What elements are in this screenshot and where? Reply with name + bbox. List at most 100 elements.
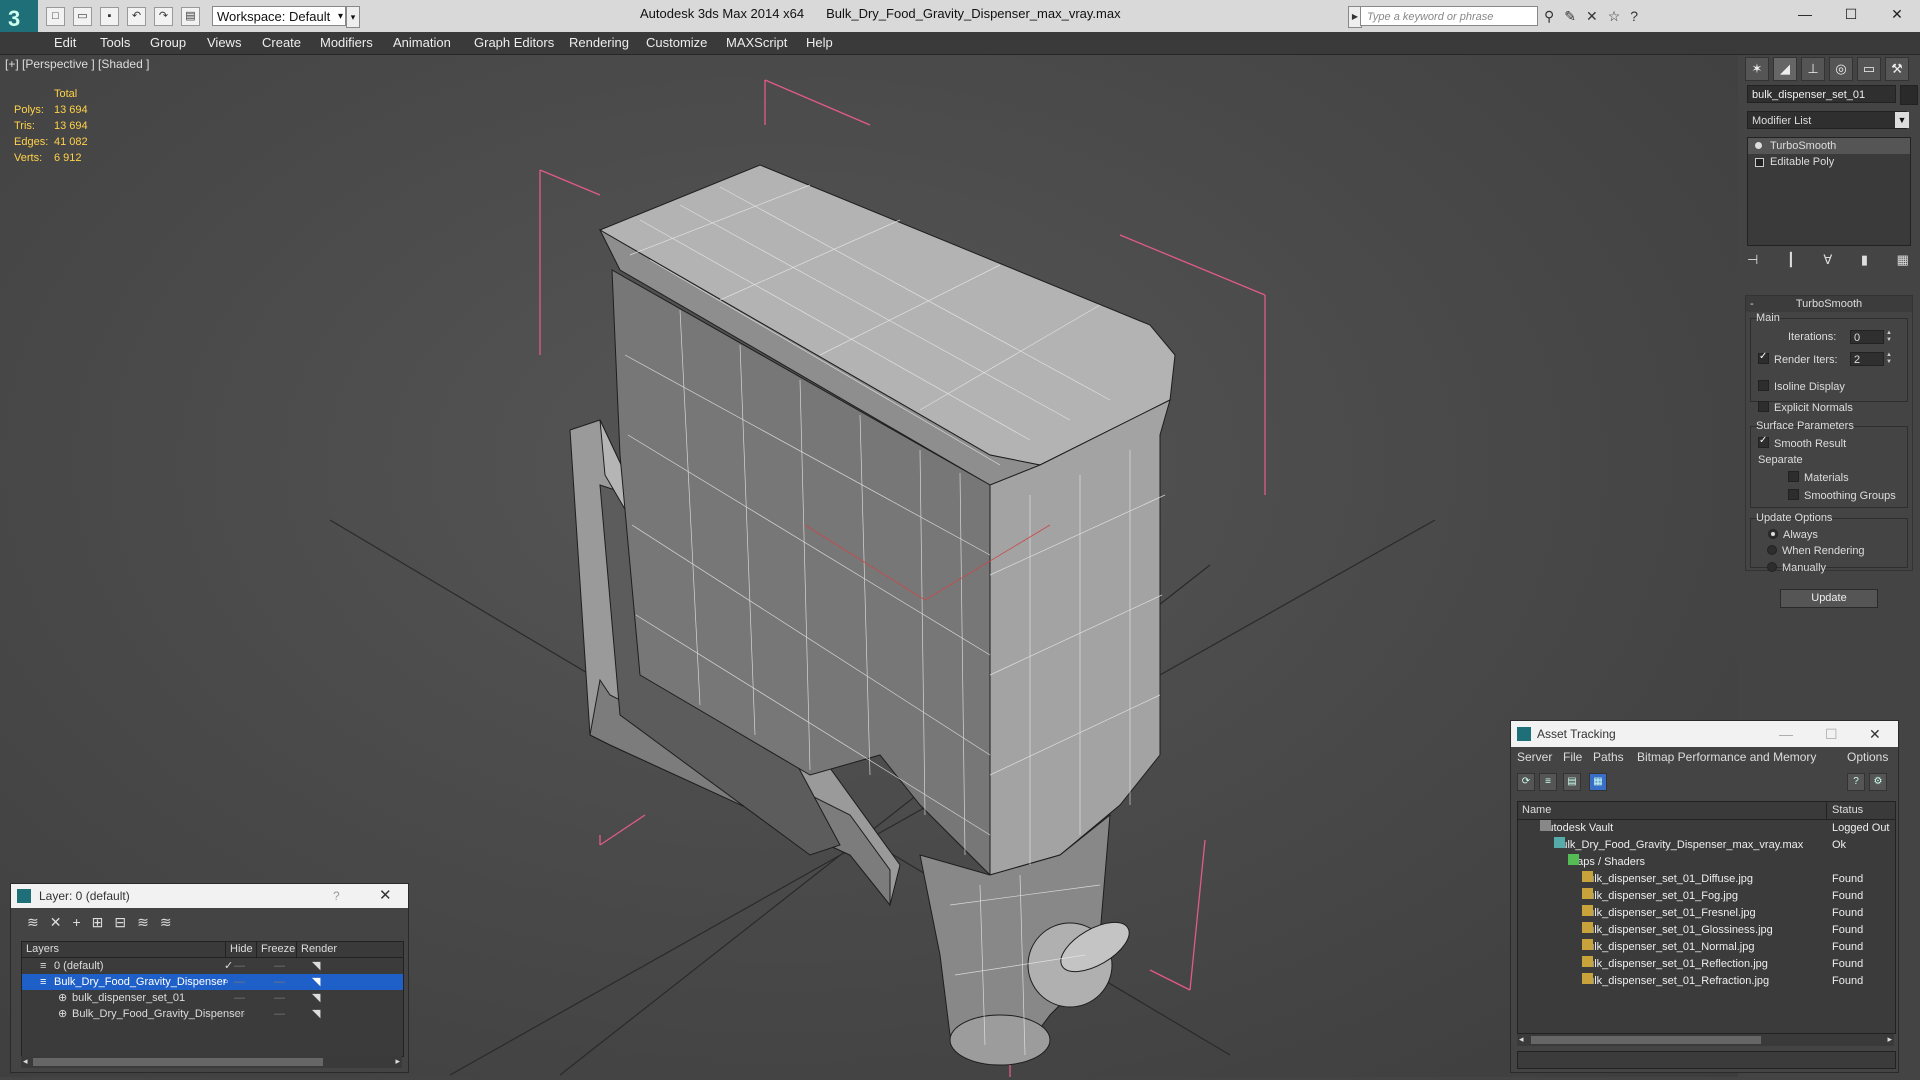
communication-icon[interactable]: ✕ bbox=[1586, 8, 1598, 25]
iterations-spinner[interactable]: 0 bbox=[1850, 330, 1884, 344]
when-rendering-radio[interactable] bbox=[1767, 545, 1777, 555]
undo-icon[interactable]: ↶ bbox=[127, 7, 146, 26]
scrollbar-thumb[interactable] bbox=[1531, 1036, 1761, 1044]
stack-item-editable-poly[interactable]: Editable Poly bbox=[1748, 154, 1910, 170]
smooth-result-checkbox[interactable] bbox=[1758, 435, 1769, 448]
chevron-left-icon[interactable]: ◂ bbox=[1519, 1034, 1524, 1045]
col-render[interactable]: Render bbox=[296, 942, 337, 957]
layer-scrollbar[interactable]: ◂ ▸ bbox=[21, 1056, 402, 1068]
minimize-icon[interactable]: — bbox=[1779, 721, 1793, 747]
help-icon[interactable]: ? bbox=[1630, 8, 1638, 25]
chevron-left-icon[interactable]: ◂ bbox=[23, 1056, 28, 1067]
maximize-icon[interactable]: ☐ bbox=[1828, 0, 1874, 28]
subscription-icon[interactable]: ✎ bbox=[1564, 8, 1576, 25]
remove-modifier-icon[interactable]: ▮ bbox=[1861, 252, 1868, 268]
asset-row[interactable]: bulk_dispenser_set_01_Glossiness.jpg Foun… bbox=[1518, 922, 1895, 939]
redo-icon[interactable]: ↷ bbox=[154, 7, 173, 26]
layer-row[interactable]: ≡ Bulk_Dry_Food_Gravity_Dispenser ▫ — — ◥ bbox=[22, 974, 403, 990]
modifier-list-dropdown[interactable]: Modifier List bbox=[1747, 111, 1907, 129]
menu-group[interactable]: Group bbox=[150, 35, 186, 50]
menu-options[interactable]: Options bbox=[1847, 747, 1888, 767]
layer-row[interactable]: ⊕ bulk_dispenser_set_01— — ◥ bbox=[22, 990, 403, 1006]
smoothing-groups-row[interactable]: Smoothing Groups bbox=[1788, 489, 1896, 502]
help-icon[interactable]: ? bbox=[333, 884, 340, 908]
render-iters-checkbox[interactable] bbox=[1758, 351, 1769, 364]
menu-edit[interactable]: Edit bbox=[54, 35, 76, 50]
always-radio[interactable] bbox=[1768, 529, 1778, 539]
chevron-right-icon[interactable]: ▸ bbox=[395, 1056, 400, 1067]
display-tab-icon[interactable]: ▭ bbox=[1857, 57, 1881, 81]
menu-tools[interactable]: Tools bbox=[100, 35, 130, 50]
create-layer-icon[interactable]: ≋ bbox=[27, 914, 39, 931]
update-button[interactable]: Update bbox=[1780, 589, 1878, 608]
close-icon[interactable]: ✕ bbox=[379, 884, 392, 908]
asset-row[interactable]: Maps / Shaders bbox=[1518, 854, 1895, 871]
col-hide[interactable]: Hide bbox=[225, 942, 253, 957]
workspace-dropdown[interactable]: Workspace: Default ▾ bbox=[212, 6, 346, 26]
col-status[interactable]: Status bbox=[1826, 802, 1863, 819]
highlight-selected-icon[interactable]: ⊟ bbox=[114, 914, 126, 931]
col-layers[interactable]: Layers bbox=[26, 942, 59, 957]
create-tab-icon[interactable]: ✶ bbox=[1745, 57, 1769, 81]
maximize-icon[interactable]: ☐ bbox=[1825, 721, 1838, 747]
explicit-normals-row[interactable]: Explicit Normals bbox=[1758, 401, 1853, 414]
set-current-icon[interactable]: ▫ bbox=[224, 974, 228, 990]
motion-tab-icon[interactable]: ◎ bbox=[1829, 57, 1853, 81]
close-icon[interactable]: ✕ bbox=[1869, 721, 1881, 747]
modifier-toggle-icon[interactable] bbox=[1755, 158, 1764, 167]
spinner-arrows-icon[interactable]: ▲ ▼ bbox=[1886, 352, 1894, 366]
always-radio-row[interactable]: Always bbox=[1768, 529, 1818, 541]
explicit-normals-checkbox[interactable] bbox=[1758, 401, 1769, 412]
spinner-arrows-icon[interactable]: ▲ ▼ bbox=[1886, 330, 1894, 344]
current-layer-check-icon[interactable]: ✓ bbox=[224, 958, 233, 974]
rollout-header[interactable]: - TurboSmooth bbox=[1746, 296, 1912, 312]
save-file-icon[interactable]: ▪ bbox=[100, 7, 119, 26]
menu-graph-editors[interactable]: Graph Editors bbox=[474, 35, 554, 50]
menu-server[interactable]: Server bbox=[1517, 747, 1552, 767]
menu-animation[interactable]: Animation bbox=[393, 35, 451, 50]
menu-help[interactable]: Help bbox=[806, 35, 833, 50]
manually-radio[interactable] bbox=[1767, 562, 1777, 572]
viewport-label[interactable]: [+] [Perspective ] [Shaded ] bbox=[5, 57, 149, 71]
asset-row[interactable]: Autodesk Vault Logged Out bbox=[1518, 820, 1895, 837]
search-input[interactable]: Type a keyword or phrase bbox=[1360, 6, 1538, 26]
make-unique-icon[interactable]: ∀ bbox=[1823, 252, 1832, 268]
stack-item-turbosmooth[interactable]: TurboSmooth bbox=[1748, 138, 1910, 154]
render-icon[interactable]: ◥ bbox=[312, 974, 320, 990]
asset-row[interactable]: bulk_dispenser_set_01_Reflection.jpg Foun… bbox=[1518, 956, 1895, 973]
object-color-swatch[interactable] bbox=[1900, 85, 1918, 105]
hide-all-icon[interactable]: ≋ bbox=[137, 914, 149, 931]
menu-customize[interactable]: Customize bbox=[646, 35, 707, 50]
render-icon[interactable]: ◥ bbox=[312, 1006, 320, 1022]
lightbulb-icon[interactable] bbox=[1755, 142, 1762, 149]
refresh-icon[interactable]: ⟳ bbox=[1517, 773, 1535, 791]
detail-view-icon[interactable]: ▤ bbox=[1563, 773, 1581, 791]
show-end-result-icon[interactable]: ┃ bbox=[1787, 252, 1795, 268]
isoline-display-row[interactable]: Isoline Display bbox=[1758, 380, 1845, 393]
hierarchy-tab-icon[interactable]: ⊥ bbox=[1801, 57, 1825, 81]
smooth-result-row[interactable]: Smooth Result bbox=[1758, 435, 1846, 450]
menu-modifiers[interactable]: Modifiers bbox=[320, 35, 373, 50]
open-file-icon[interactable]: ▭ bbox=[73, 7, 92, 26]
menu-create[interactable]: Create bbox=[262, 35, 301, 50]
menu-views[interactable]: Views bbox=[207, 35, 241, 50]
asset-row[interactable]: Bulk_Dry_Food_Gravity_Dispenser_max_vray… bbox=[1518, 837, 1895, 854]
asset-tracking-titlebar[interactable]: Asset Tracking — ☐ ✕ bbox=[1511, 721, 1898, 747]
delete-layer-icon[interactable]: ✕ bbox=[50, 914, 62, 931]
materials-row[interactable]: Materials bbox=[1788, 471, 1849, 484]
render-iters-spinner[interactable]: 2 bbox=[1850, 352, 1884, 366]
asset-row[interactable]: bulk_dispenser_set_01_Normal.jpg Found bbox=[1518, 939, 1895, 956]
utilities-tab-icon[interactable]: ⚒ bbox=[1885, 57, 1909, 81]
layer-row[interactable]: ⊕ Bulk_Dry_Food_Gravity_Dispenser — — ◥ bbox=[22, 1006, 403, 1022]
close-icon[interactable]: ✕ bbox=[1874, 0, 1920, 28]
asset-row[interactable]: bulk_dispenser_set_01_Fog.jpg Found bbox=[1518, 888, 1895, 905]
help-icon[interactable]: ? bbox=[1847, 773, 1865, 791]
new-file-icon[interactable]: □ bbox=[46, 7, 65, 26]
asset-row[interactable]: bulk_dispenser_set_01_Fresnel.jpg Found bbox=[1518, 905, 1895, 922]
list-view-icon[interactable]: ≡ bbox=[1539, 773, 1557, 791]
col-freeze[interactable]: Freeze bbox=[256, 942, 295, 957]
col-name[interactable]: Name bbox=[1522, 802, 1551, 819]
menu-maxscript[interactable]: MAXScript bbox=[726, 35, 787, 50]
asset-row[interactable]: bulk_dispenser_set_01_Refraction.jpg Foun… bbox=[1518, 973, 1895, 990]
when-rendering-radio-row[interactable]: When Rendering bbox=[1767, 545, 1865, 557]
